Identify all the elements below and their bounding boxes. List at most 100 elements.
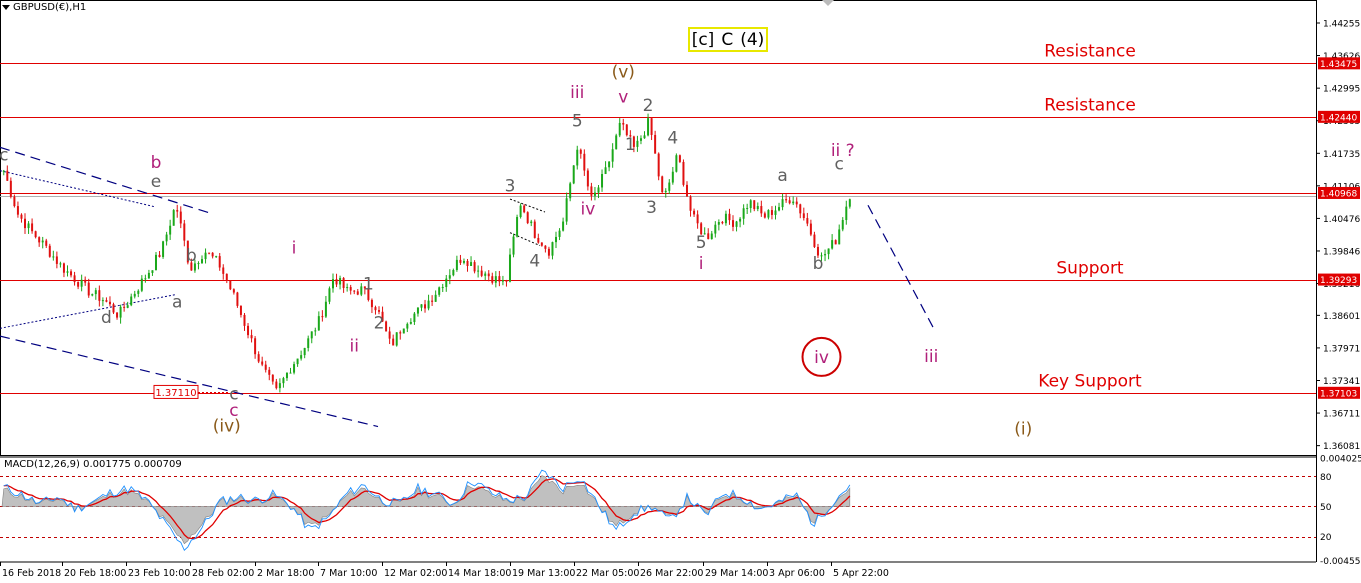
candle-body — [452, 269, 455, 276]
price-tick-label: 1.37971 — [1323, 344, 1360, 354]
macd-main-line — [3, 469, 851, 552]
wave-label-11: 1 — [363, 275, 374, 295]
wave-label-3: b — [186, 246, 197, 266]
wave-label-20: 1 — [625, 135, 636, 155]
candle-body — [551, 242, 554, 256]
candle-body — [427, 300, 430, 309]
candle-body — [473, 262, 476, 272]
candle-body — [353, 290, 356, 292]
wave-label-9: i — [292, 238, 297, 258]
candle-body — [724, 213, 727, 224]
time-tick-label: 19 Mar 13:00 — [512, 568, 575, 579]
wave-label-1: b — [151, 153, 162, 173]
candle-body — [55, 256, 58, 264]
candle-body — [282, 378, 285, 384]
candle-body — [52, 256, 55, 258]
price-tick-label: 1.41735 — [1323, 150, 1360, 160]
candle-body — [285, 372, 288, 379]
wave-label-17: iv — [580, 200, 595, 220]
price-tick-label: 1.36081 — [1323, 442, 1360, 452]
candle-body — [317, 316, 320, 331]
price-tick-label: 1.42995 — [1323, 85, 1360, 95]
candle-body — [615, 135, 618, 150]
candle-body — [183, 223, 186, 241]
candle-body — [413, 313, 416, 322]
candle-body — [70, 271, 73, 276]
candle-body — [523, 205, 526, 213]
macd-histogram — [1, 475, 851, 545]
candle-body — [250, 335, 253, 339]
level-label-1: Resistance — [1044, 96, 1136, 116]
candle-body — [540, 242, 543, 246]
price-chart[interactable]: Resistance Resistance Support Key Support 1.… — [0, 0, 1361, 583]
candle-body — [831, 240, 834, 249]
candle-body — [470, 262, 473, 266]
wave-label-23: 4 — [667, 129, 678, 149]
candle-body — [6, 170, 9, 181]
candle-body — [303, 347, 306, 356]
candle-body — [530, 221, 533, 224]
candle-body — [618, 122, 621, 136]
candle-body — [767, 210, 770, 218]
candle-body — [756, 206, 759, 210]
candle-body — [392, 338, 395, 346]
level-label-3: Support — [1056, 259, 1124, 279]
candle-body — [544, 245, 547, 249]
candle-body — [197, 263, 200, 265]
low-price-tag: 1.37110 — [155, 388, 196, 399]
candle-body — [749, 200, 752, 208]
candle-body — [494, 276, 497, 283]
wave-label-16: 5 — [572, 112, 583, 132]
candle-body — [516, 217, 519, 237]
candle-body — [710, 233, 713, 240]
candle-body — [664, 190, 667, 193]
candle-body — [275, 381, 278, 389]
candle-body — [661, 176, 664, 193]
triangle-lower-dotted — [0, 294, 176, 329]
candle-body — [176, 210, 179, 212]
candle-body — [339, 278, 342, 285]
wave-label-13: 3 — [505, 176, 516, 196]
candle-body — [647, 118, 650, 136]
wave-label-28: b — [813, 254, 824, 274]
candle-body — [625, 124, 628, 136]
candle-body — [84, 279, 87, 283]
candle-body — [45, 240, 48, 246]
candle-body — [466, 260, 469, 266]
candle-body — [537, 237, 540, 243]
candle-body — [533, 221, 536, 238]
candle-body — [296, 358, 299, 365]
candle-body — [576, 149, 579, 166]
wave-labels: c bebadcc(iv)iii1234iii5iv(v)v12345iacbii… — [0, 63, 1032, 440]
candle-body — [834, 240, 837, 245]
candle-body — [611, 149, 614, 162]
candle-body — [572, 165, 575, 184]
candle-body — [77, 282, 80, 287]
macd-tick-label: 50 — [1320, 503, 1332, 513]
candle-body — [119, 306, 122, 318]
candle-body — [569, 183, 572, 199]
time-tick-label: 22 Mar 05:00 — [576, 568, 639, 579]
candle-body — [9, 180, 12, 197]
candle-body — [586, 170, 589, 187]
candle-body — [225, 273, 228, 281]
candle-body — [597, 187, 600, 193]
candle-body — [48, 245, 51, 257]
candle-body — [824, 254, 827, 256]
candle-body — [108, 301, 111, 305]
candle-body — [547, 248, 550, 256]
candle-body — [41, 240, 44, 243]
wave-label-30: iii — [924, 347, 938, 367]
candle-body — [448, 275, 451, 279]
macd-tick-label: 20 — [1320, 533, 1332, 543]
candle-body — [420, 304, 423, 308]
candle-body — [27, 223, 30, 229]
candle-body — [293, 364, 296, 373]
candle-body — [477, 270, 480, 272]
candle-body — [236, 292, 239, 306]
candle-body — [20, 214, 23, 219]
candle-body — [431, 300, 434, 302]
candle-body — [24, 218, 27, 229]
candle-body — [809, 223, 812, 235]
candle-body — [140, 278, 143, 291]
